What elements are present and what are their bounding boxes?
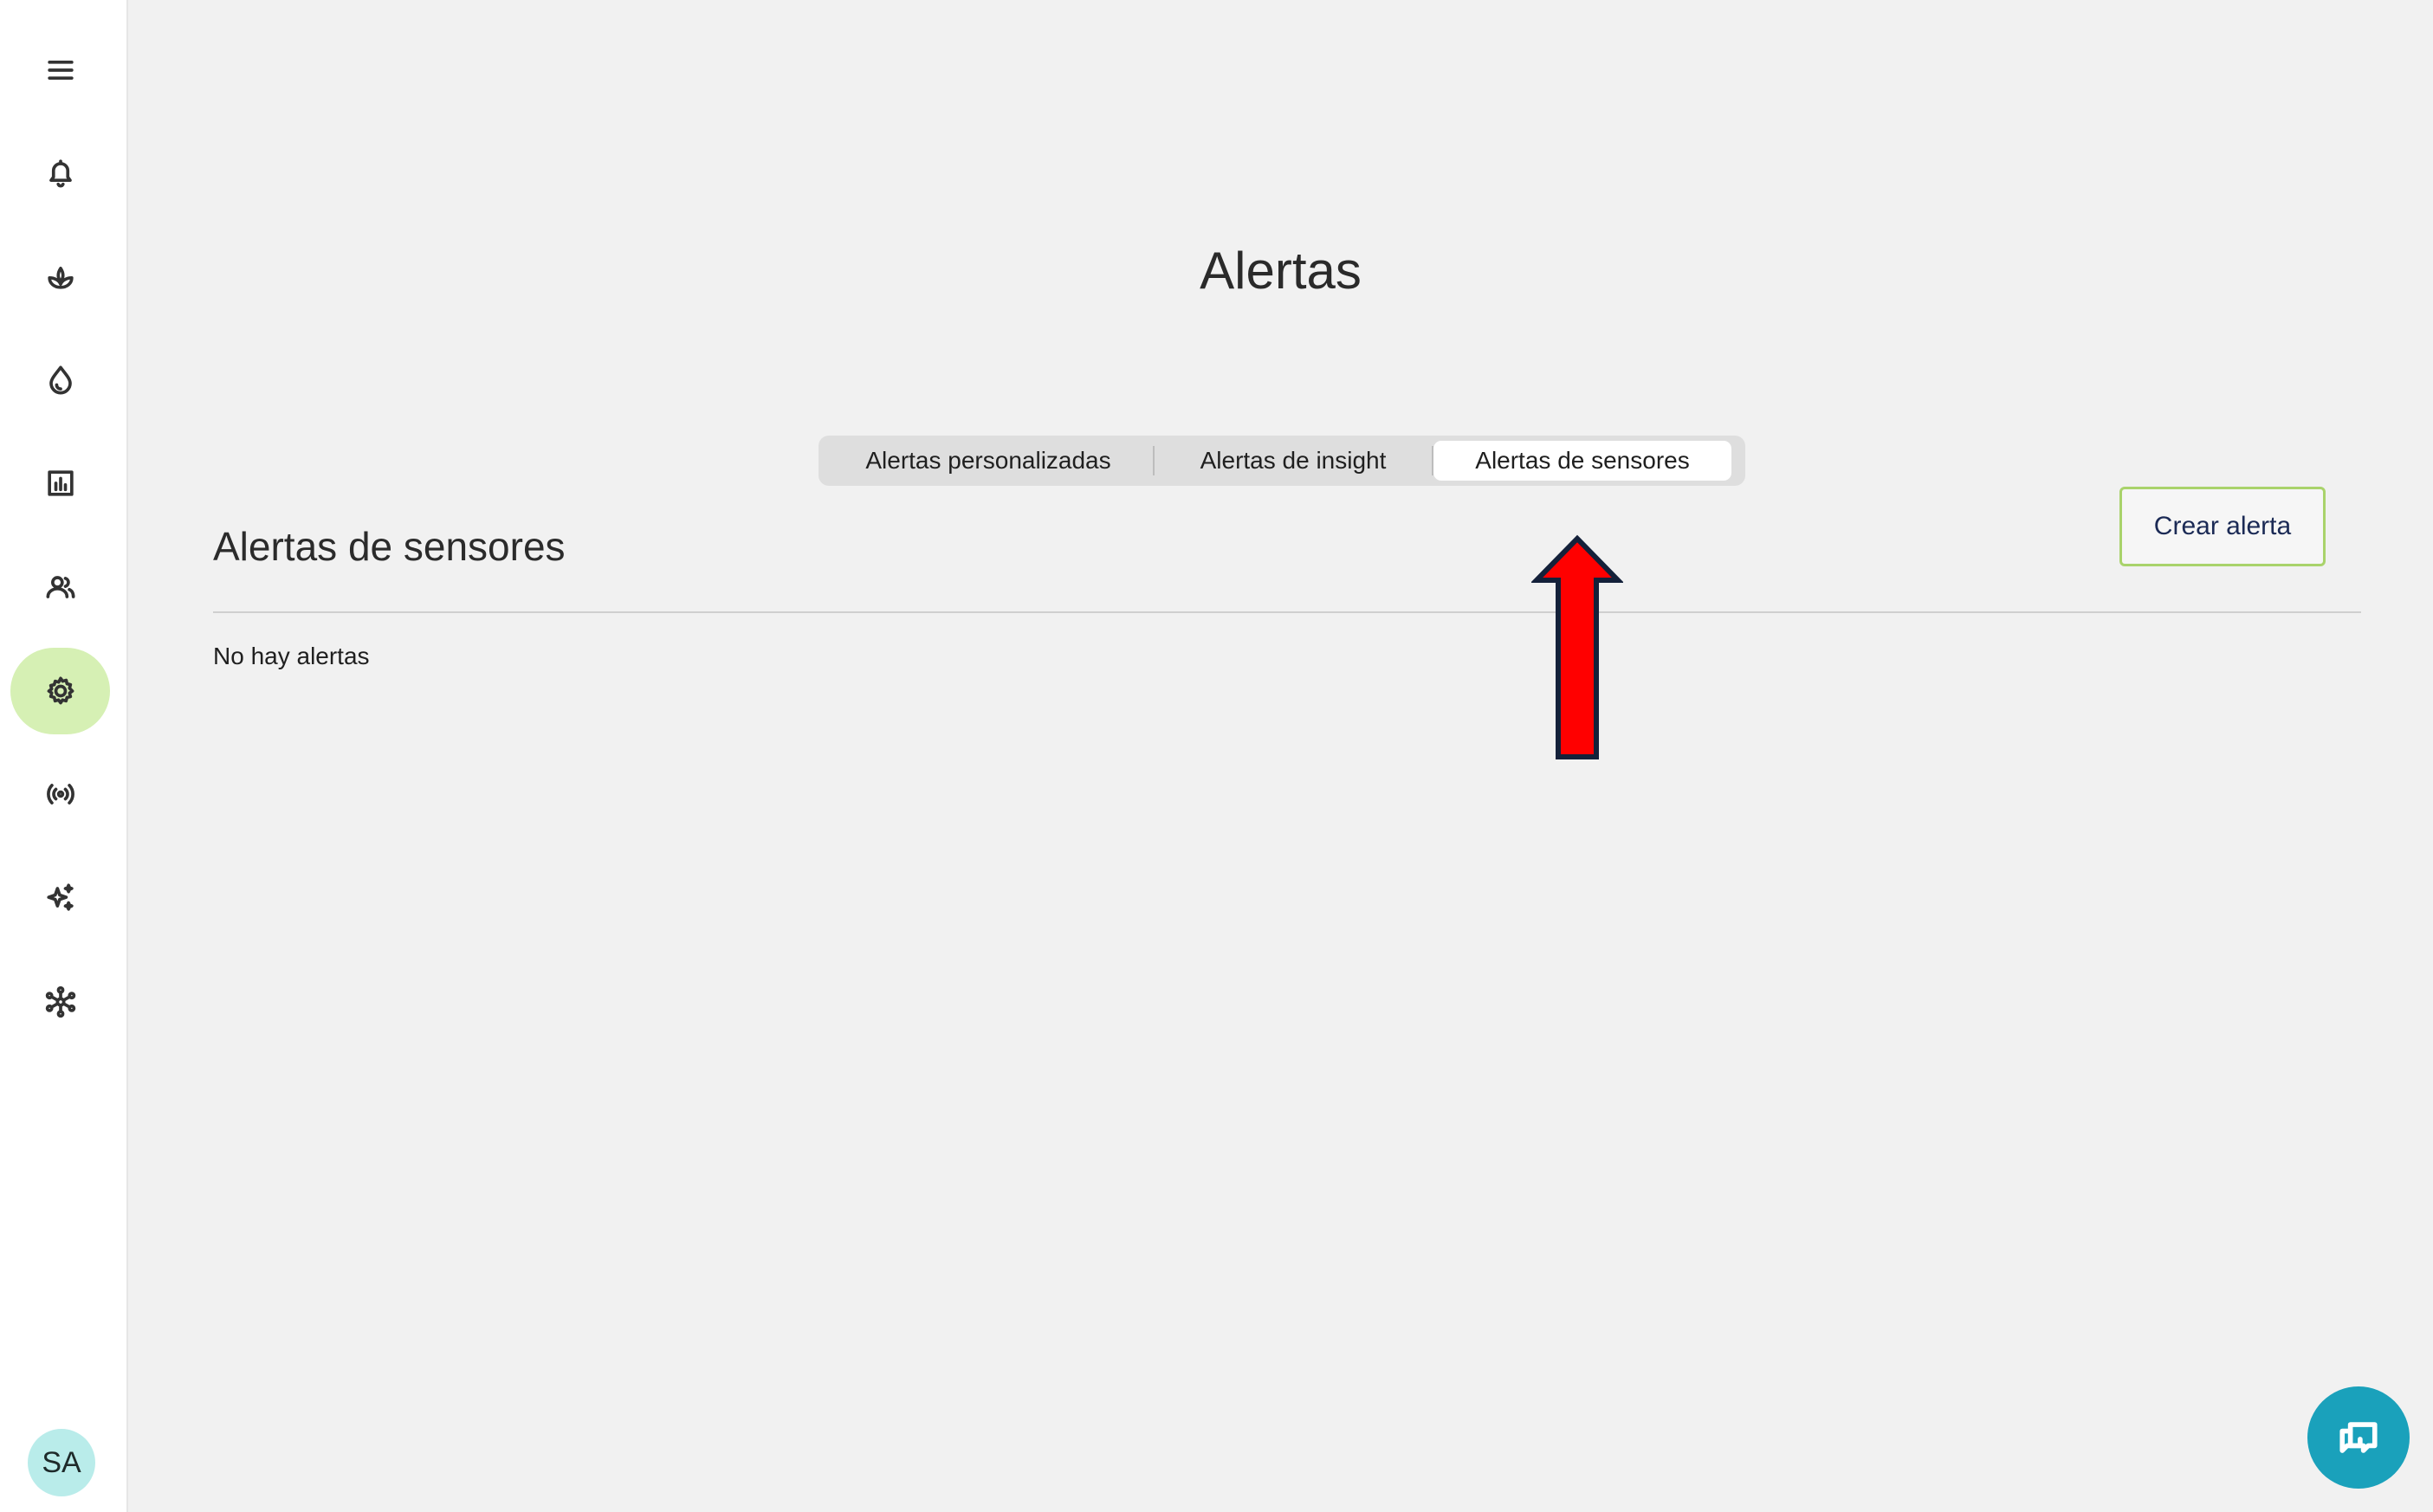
sidebar-item-sensors[interactable] — [10, 751, 110, 837]
sidebar-item-settings[interactable] — [10, 648, 110, 734]
page-title: Alertas — [1200, 242, 1362, 300]
avatar[interactable]: SA — [28, 1429, 95, 1496]
tab-insight-alerts[interactable]: Alertas de insight — [1155, 441, 1432, 481]
sidebar-item-alerts[interactable] — [10, 129, 110, 216]
network-icon — [45, 985, 75, 1018]
tab-custom-alerts[interactable]: Alertas personalizadas — [824, 441, 1153, 481]
section-title: Alertas de sensores — [213, 524, 566, 569]
sidebar-menu-button[interactable] — [10, 27, 110, 113]
section-divider — [213, 611, 2361, 613]
sidebar-item-irrigation[interactable] — [10, 337, 110, 423]
water-drop-icon — [49, 365, 72, 395]
sidebar-item-reports[interactable] — [10, 440, 110, 527]
app-root: SA Alertas Alertas personalizadas Alerta… — [0, 0, 2433, 1512]
annotation-arrow-up-icon — [1531, 534, 1623, 759]
menu-icon — [47, 61, 74, 80]
sidebar-item-integrations[interactable] — [10, 959, 110, 1045]
sidebar-item-insights[interactable] — [10, 855, 110, 941]
empty-state-message: No hay alertas — [213, 643, 370, 669]
sidebar: SA — [0, 0, 128, 1512]
sidebar-item-crops[interactable] — [10, 233, 110, 320]
chat-bubbles-icon — [2339, 1422, 2378, 1453]
create-alert-button[interactable]: Crear alerta — [2119, 487, 2326, 566]
tab-sensor-alerts[interactable]: Alertas de sensores — [1433, 441, 1731, 481]
bar-chart-icon — [47, 470, 74, 496]
plant-icon — [47, 267, 74, 289]
gear-icon — [47, 676, 74, 705]
sensor-broadcast-icon — [46, 784, 74, 804]
sparkles-icon — [46, 883, 74, 911]
alert-type-tabs: Alertas personalizadas Alertas de insigh… — [819, 436, 1745, 486]
chat-support-button[interactable] — [2307, 1386, 2410, 1489]
sidebar-item-users[interactable] — [10, 544, 110, 630]
bell-icon — [49, 159, 72, 188]
users-icon — [46, 576, 74, 598]
